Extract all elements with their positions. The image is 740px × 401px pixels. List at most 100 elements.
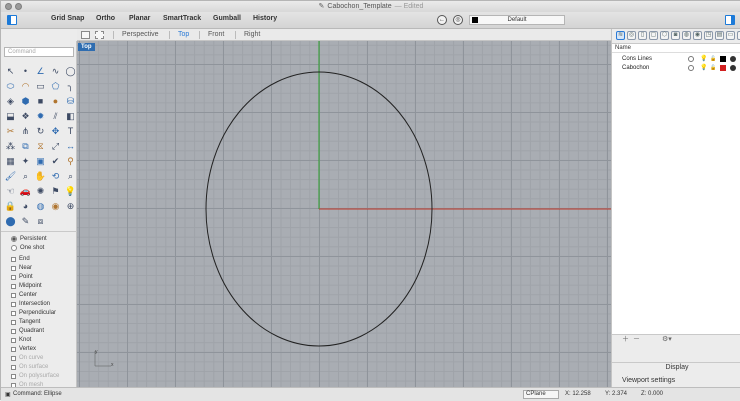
rectangle-icon[interactable]: ▭ xyxy=(33,79,48,94)
box-icon[interactable]: ■ xyxy=(33,94,48,109)
add-layer-icon[interactable]: ＋ xyxy=(622,334,629,344)
extrude-icon[interactable]: ⬓ xyxy=(3,109,18,124)
hand-icon[interactable]: ☜ xyxy=(3,184,18,199)
visibility-panel-icon[interactable]: ◉ xyxy=(693,31,702,40)
grid-snap-button[interactable]: Grid Snap xyxy=(51,15,84,22)
transform-icon[interactable]: ⧈ xyxy=(33,214,48,229)
minimize-button[interactable] xyxy=(15,3,22,10)
zoom-icon[interactable]: ⌕ xyxy=(18,169,33,184)
polygon-icon[interactable]: ⬠ xyxy=(48,79,63,94)
layers-panel-icon[interactable]: ≋ xyxy=(616,31,625,40)
gumball-button[interactable]: Gumball xyxy=(213,15,241,22)
boolean-icon[interactable]: ◧ xyxy=(63,109,78,124)
smarttrack-button[interactable]: SmartTrack xyxy=(163,15,201,22)
layer-selector[interactable]: Default xyxy=(469,15,565,25)
layer-row[interactable]: Cabochon 💡 🔓 xyxy=(612,64,740,73)
visibility-icon[interactable]: 💡 xyxy=(700,65,707,71)
group-icon[interactable]: ▣ xyxy=(33,154,48,169)
render-panel-icon[interactable]: ◎ xyxy=(627,31,636,40)
named-view-panel-icon[interactable]: ◍ xyxy=(682,31,691,40)
maximize-viewport-icon[interactable] xyxy=(95,31,104,39)
display-panel-icon[interactable]: ▭ xyxy=(726,31,735,40)
history-button[interactable]: History xyxy=(253,15,277,22)
explode-icon[interactable]: ✺ xyxy=(33,184,48,199)
select-icon[interactable]: ↖ xyxy=(3,64,18,79)
layer-color-swatch[interactable] xyxy=(720,56,726,62)
osnap-checkbox-on-polysurface[interactable]: On polysurface xyxy=(11,373,59,379)
lock-icon[interactable]: 🔒 xyxy=(3,199,18,214)
snapshot-panel-icon[interactable]: ◳ xyxy=(704,31,713,40)
tab-perspective[interactable]: Perspective xyxy=(122,31,159,38)
osnap-checkbox-center[interactable]: Center xyxy=(11,292,37,298)
render-icon[interactable]: ◉ xyxy=(48,199,63,214)
polyline-icon[interactable]: ∠ xyxy=(33,64,48,79)
fillet-icon[interactable]: ╮ xyxy=(63,79,78,94)
camera-panel-icon[interactable]: ◙ xyxy=(671,31,680,40)
layer-row[interactable]: Cons Lines 💡 🔓 xyxy=(612,55,740,64)
osnap-checkbox-near[interactable]: Near xyxy=(11,265,32,271)
mirror-icon[interactable]: ⧖ xyxy=(33,139,48,154)
tab-right[interactable]: Right xyxy=(244,31,260,38)
viewport-settings-label[interactable]: Viewport settings xyxy=(622,377,675,384)
viewport-title-badge[interactable]: Top xyxy=(78,43,95,51)
remove-layer-icon[interactable]: － xyxy=(633,334,640,344)
osnap-checkbox-knot[interactable]: Knot xyxy=(11,337,31,343)
array-icon[interactable]: ⁂ xyxy=(3,139,18,154)
dimension-icon[interactable]: ↔ xyxy=(63,139,78,154)
tab-top[interactable]: Top xyxy=(178,31,189,38)
revolve-icon[interactable]: ✹ xyxy=(33,109,48,124)
point-icon[interactable]: • xyxy=(18,64,33,79)
sphere-icon[interactable]: ● xyxy=(48,94,63,109)
osnap-checkbox-point[interactable]: Point xyxy=(11,274,33,280)
paint-icon[interactable]: 🖌 xyxy=(3,169,18,184)
arc-icon[interactable]: ◠ xyxy=(18,79,33,94)
undo-icon[interactable]: ← xyxy=(437,15,447,25)
grid-array-icon[interactable]: ▦ xyxy=(3,154,18,169)
one-shot-radio[interactable]: One shot xyxy=(11,245,44,251)
search-icon[interactable]: ⌕ xyxy=(63,169,78,184)
persistent-radio[interactable]: Persistent xyxy=(11,236,47,242)
properties-panel-icon[interactable]: ▯ xyxy=(638,31,647,40)
osnap-icon[interactable]: ◎ xyxy=(453,15,463,25)
cylinder-icon[interactable]: ⛁ xyxy=(63,94,78,109)
globe-icon[interactable]: ⊕ xyxy=(63,199,78,214)
ortho-button[interactable]: Ortho xyxy=(96,15,115,22)
osnap-checkbox-vertex[interactable]: Vertex xyxy=(11,346,36,352)
object-panel-icon[interactable]: ▢ xyxy=(649,31,658,40)
trim-icon[interactable]: ✂ xyxy=(3,124,18,139)
viewport-layout-icon[interactable] xyxy=(81,31,90,39)
curve-icon[interactable]: ∿ xyxy=(48,64,63,79)
tab-front[interactable]: Front xyxy=(208,31,224,38)
material-icon[interactable]: ◕ xyxy=(18,199,33,214)
osnap-checkbox-on-surface[interactable]: On surface xyxy=(11,364,48,370)
layer-color-swatch[interactable] xyxy=(720,65,726,71)
top-viewport[interactable]: Top y x xyxy=(77,41,611,387)
car-icon[interactable]: 🚗 xyxy=(18,184,33,199)
planar-button[interactable]: Planar xyxy=(129,15,150,22)
osnap-checkbox-midpoint[interactable]: Midpoint xyxy=(11,283,42,289)
osnap-checkbox-on-curve[interactable]: On curve xyxy=(11,355,43,361)
material-icon[interactable] xyxy=(730,56,736,62)
gumball-icon[interactable]: ✦ xyxy=(18,154,33,169)
osnap-checkbox-quadrant[interactable]: Quadrant xyxy=(11,328,44,334)
lock-icon[interactable]: 🔓 xyxy=(710,65,716,71)
osnap-checkbox-tangent[interactable]: Tangent xyxy=(11,319,40,325)
surface-icon[interactable]: ◈ xyxy=(3,94,18,109)
pen-icon[interactable]: ✎ xyxy=(18,214,33,229)
circle-icon[interactable]: ◯ xyxy=(63,64,78,79)
scale-icon[interactable]: ⤢ xyxy=(48,139,63,154)
analyze-icon[interactable]: ⚲ xyxy=(63,154,78,169)
osnap-checkbox-perpendicular[interactable]: Perpendicular xyxy=(11,310,56,316)
osnap-checkbox-end[interactable]: End xyxy=(11,256,30,262)
display-section-header[interactable]: Display xyxy=(612,362,740,372)
command-input[interactable]: Command xyxy=(4,47,74,57)
split-icon[interactable]: ⋔ xyxy=(18,124,33,139)
check-icon[interactable]: ✔ xyxy=(48,154,63,169)
orbit-icon[interactable]: ⟲ xyxy=(48,169,63,184)
ellipse-icon[interactable]: ⬭ xyxy=(3,79,18,94)
color-wheel-icon[interactable]: ◍ xyxy=(33,199,48,214)
current-layer-icon[interactable] xyxy=(688,65,694,71)
rotate-icon[interactable]: ↻ xyxy=(33,124,48,139)
left-sidebar-toggle-icon[interactable] xyxy=(7,15,17,25)
sweep-icon[interactable]: ❖ xyxy=(18,109,33,124)
